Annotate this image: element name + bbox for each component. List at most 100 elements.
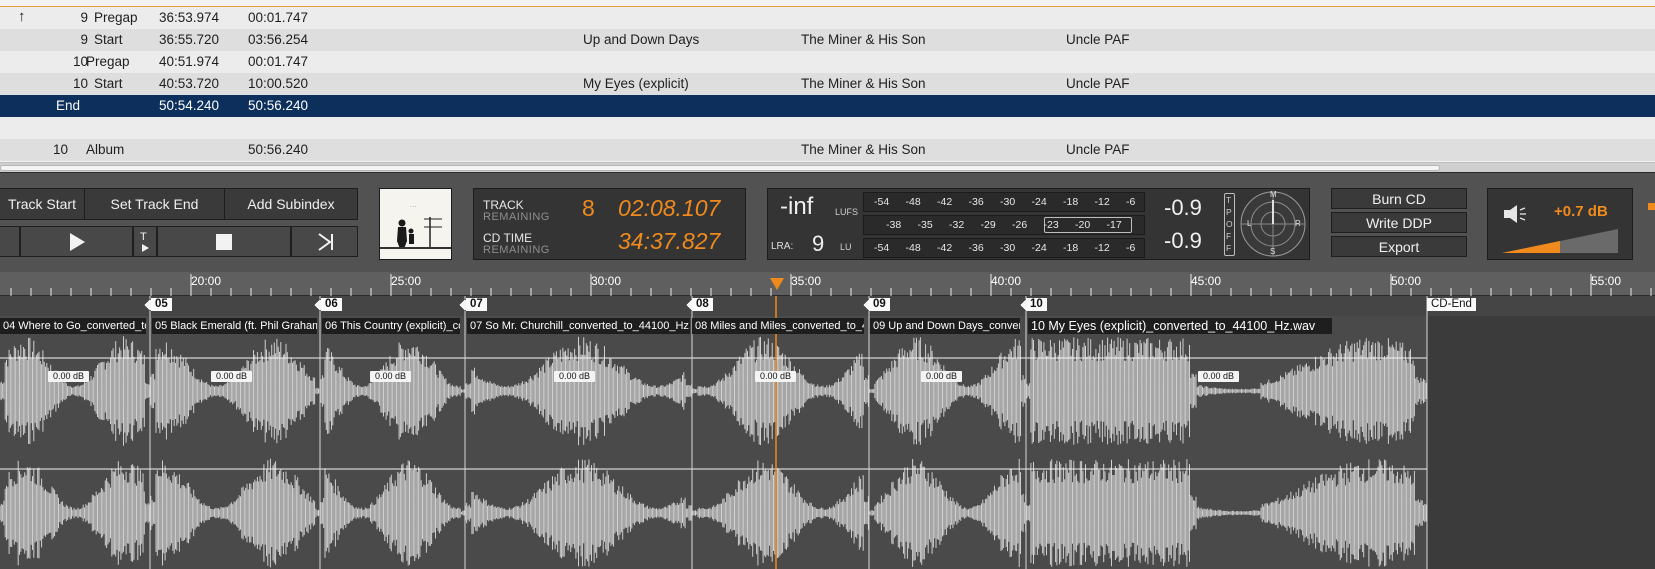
tp-letter: F bbox=[1226, 231, 1232, 241]
meter-scale-label: -48 bbox=[905, 196, 921, 208]
cd-time-label: CD TIME bbox=[483, 231, 533, 245]
transport-panel: Track Start Set Track End Add Subindex T bbox=[0, 172, 1655, 272]
row-length: 50:56.240 bbox=[248, 142, 309, 157]
row-performer: The Miner & His Son bbox=[801, 142, 926, 157]
play-icon bbox=[69, 232, 85, 251]
waveform-canvas bbox=[0, 296, 1655, 569]
volume-slider[interactable] bbox=[1502, 229, 1618, 253]
ruler-label: 40:00 bbox=[991, 274, 1022, 288]
table-row[interactable]: 10 Pregap 40:51.974 00:01.747 bbox=[0, 51, 1655, 73]
row-start: 40:53.720 bbox=[159, 76, 220, 91]
row-start: 36:55.720 bbox=[159, 32, 220, 47]
track-remaining-label[interactable]: REMAINING bbox=[483, 211, 550, 223]
clip-gain-label[interactable]: 0.00 dB bbox=[1198, 371, 1240, 382]
album-artwork: - - - bbox=[379, 188, 452, 260]
meter-scale-label: -18 bbox=[1063, 196, 1079, 208]
clip-title: 09 Up and Down Days_converted... bbox=[870, 318, 1020, 334]
meter-scale-label: -30 bbox=[1000, 196, 1016, 208]
clip-gain-label[interactable]: 0.00 dB bbox=[48, 371, 90, 382]
row-length: 00:01.747 bbox=[248, 54, 309, 69]
meter-scale-label: -26 bbox=[1012, 219, 1028, 231]
cd-end-marker[interactable]: CD-End bbox=[1427, 298, 1476, 311]
track-time: 02:08.107 bbox=[618, 195, 721, 221]
burn-cd-button[interactable]: Burn CD bbox=[1331, 188, 1467, 209]
table-row[interactable]: ↑ 9 Pregap 36:53.974 00:01.747 bbox=[0, 7, 1655, 29]
row-start: 40:51.974 bbox=[159, 54, 220, 69]
track-marker[interactable]: 09 bbox=[869, 298, 890, 311]
track-marker[interactable]: 08 bbox=[692, 298, 713, 311]
row-performer: The Miner & His Son bbox=[801, 32, 926, 47]
meter-scale-label: -6 bbox=[1126, 196, 1136, 208]
meter-scale-label: -18 bbox=[1063, 242, 1079, 254]
table-row[interactable] bbox=[0, 117, 1655, 139]
clip-gain-label[interactable]: 0.00 dB bbox=[370, 371, 412, 382]
play-from-start-button[interactable]: T bbox=[133, 226, 157, 257]
row-songwriter: Uncle PAF bbox=[1066, 32, 1130, 47]
meter-scale-label: -42 bbox=[937, 196, 953, 208]
meter-scale-label: -42 bbox=[937, 242, 953, 254]
true-peak-left: -0.9 bbox=[1164, 195, 1202, 220]
meter-scale-label: -24 bbox=[1031, 242, 1047, 254]
svg-text:- - -: - - - bbox=[410, 203, 417, 208]
ruler-label: 55:00 bbox=[1591, 274, 1622, 288]
add-subindex-button[interactable]: Add Subindex bbox=[224, 188, 358, 220]
table-row[interactable]: 10 Start 40:53.720 10:00.520 My Eyes (ex… bbox=[0, 73, 1655, 95]
clip-gain-label[interactable]: 0.00 dB bbox=[921, 371, 963, 382]
track-marker[interactable]: 05 bbox=[151, 298, 172, 311]
cd-time: 34:37.827 bbox=[618, 228, 721, 254]
clip-gain-label[interactable]: 0.00 dB bbox=[755, 371, 797, 382]
cd-remaining-label[interactable]: REMAINING bbox=[483, 244, 550, 256]
row-songwriter: Uncle PAF bbox=[1066, 76, 1130, 91]
clip-title: 05 Black Emerald (ft. Phil Graham)_... bbox=[152, 318, 317, 334]
clip-gain-label[interactable]: 0.00 dB bbox=[211, 371, 253, 382]
meter-scale-label: -24 bbox=[1031, 196, 1047, 208]
play-button[interactable] bbox=[20, 226, 133, 257]
meter-scale-label: -38 bbox=[886, 219, 902, 231]
write-ddp-button[interactable]: Write DDP bbox=[1331, 212, 1467, 233]
ruler-label: 35:00 bbox=[791, 274, 822, 288]
scope-label-s: S bbox=[1270, 247, 1276, 256]
table-row-album[interactable]: 10 Album 50:56.240 The Miner & His Son U… bbox=[0, 139, 1655, 161]
clip-title: 10 My Eyes (explicit)_converted_to_44100… bbox=[1028, 318, 1332, 334]
track-marker[interactable]: 06 bbox=[321, 298, 342, 311]
row-type: Pregap bbox=[86, 54, 130, 69]
track-marker[interactable]: 10 bbox=[1026, 298, 1047, 311]
row-number: 9 bbox=[80, 32, 88, 47]
speaker-icon[interactable] bbox=[1502, 203, 1528, 225]
playhead-triangle-icon[interactable] bbox=[770, 278, 784, 290]
scope-label-m: M bbox=[1270, 190, 1277, 199]
next-track-button[interactable] bbox=[291, 226, 358, 257]
table-row-selected[interactable]: End 50:54.240 50:56.240 bbox=[0, 95, 1655, 117]
export-button[interactable]: Export bbox=[1331, 236, 1467, 257]
meter-scale-label: -36 bbox=[968, 196, 984, 208]
lu-label: LU bbox=[840, 242, 852, 252]
scrollbar-thumb[interactable] bbox=[0, 165, 1440, 171]
table-row[interactable]: 9 Start 36:55.720 03:56.254 Up and Down … bbox=[0, 29, 1655, 51]
row-number: 10 bbox=[72, 54, 88, 69]
table-horizontal-scrollbar[interactable] bbox=[0, 162, 1655, 172]
previous-button[interactable] bbox=[0, 226, 20, 257]
meter-scale-label: -17 bbox=[1106, 219, 1122, 231]
row-number: 9 bbox=[80, 10, 88, 25]
ruler-label: 50:00 bbox=[1391, 274, 1422, 288]
row-title: My Eyes (explicit) bbox=[583, 76, 689, 91]
track-marker[interactable]: 07 bbox=[466, 298, 487, 311]
true-peak-toggle[interactable]: T P O F F bbox=[1224, 193, 1235, 256]
time-display: TRACK REMAINING 8 02:08.107 CD TIME REMA… bbox=[473, 188, 746, 260]
meter-scale-label: -12 bbox=[1094, 196, 1110, 208]
scope-label-l: L bbox=[1247, 219, 1252, 228]
volume-value: +0.7 dB bbox=[1554, 203, 1608, 220]
clip-gain-label[interactable]: 0.00 dB bbox=[554, 371, 596, 382]
true-peak-right: -0.9 bbox=[1164, 228, 1202, 253]
row-start: 50:54.240 bbox=[159, 98, 220, 113]
ruler-label: 30:00 bbox=[591, 274, 622, 288]
track-start-button[interactable]: Track Start bbox=[0, 188, 85, 220]
track-table: ↑ 9 Pregap 36:53.974 00:01.747 9 Start 3… bbox=[0, 0, 1655, 172]
clip-title: 06 This Country (explicit)_co... bbox=[322, 318, 460, 334]
row-type: Pregap bbox=[94, 10, 138, 25]
timeline-ruler[interactable]: 20:00 25:00 30:00 35:00 40:00 45:00 50:0… bbox=[0, 272, 1655, 296]
waveform-area[interactable]: 05 06 07 08 09 10 CD-End 04 Where to Go_… bbox=[0, 296, 1655, 569]
set-track-end-button[interactable]: Set Track End bbox=[84, 188, 225, 220]
stop-button[interactable] bbox=[157, 226, 291, 257]
row-length: 50:56.240 bbox=[248, 98, 309, 113]
